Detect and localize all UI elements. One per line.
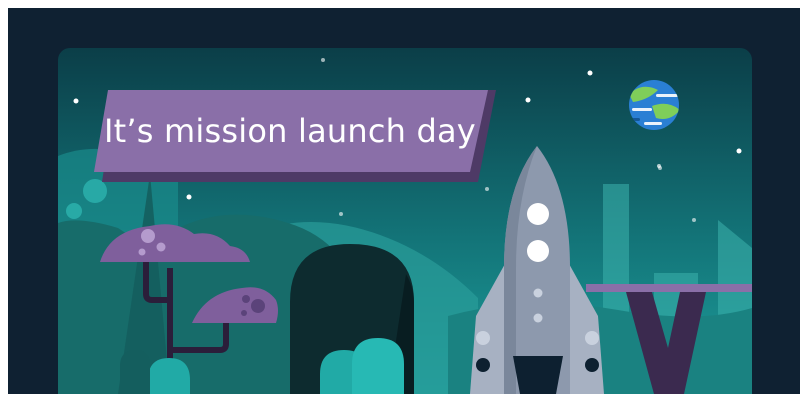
illustration-frame: It’s mission launch day (8, 8, 800, 394)
left-small-pod (120, 350, 150, 394)
banner-title: It’s mission launch day (104, 112, 476, 150)
launch-day-illustration: It’s mission launch day (58, 48, 752, 394)
title-banner: It’s mission launch day (94, 90, 496, 182)
